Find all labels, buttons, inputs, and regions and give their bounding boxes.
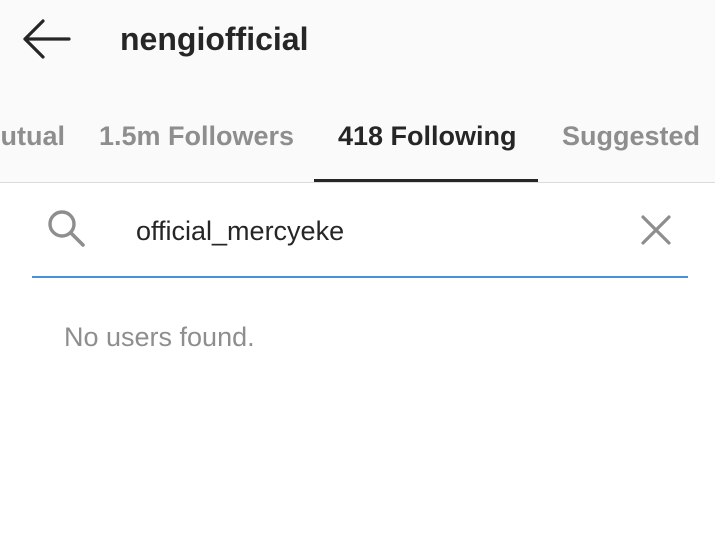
tab-followers[interactable]: 1.5m Followers <box>99 108 294 182</box>
tab-mutual[interactable]: Mutual <box>0 108 65 182</box>
search-icon <box>48 210 85 247</box>
active-tab-indicator <box>314 179 538 182</box>
tab-following[interactable]: 418 Following <box>338 108 517 182</box>
tab-bar: Mutual 1.5m Followers 418 Following Sugg… <box>0 108 715 182</box>
back-button[interactable] <box>18 14 76 64</box>
page-title: nengiofficial <box>120 21 309 57</box>
tab-suggested[interactable]: Suggested <box>562 108 700 182</box>
close-icon[interactable] <box>636 210 676 250</box>
search-input[interactable] <box>136 206 616 256</box>
header: nengiofficial Mutual 1.5m Followers 418 … <box>0 0 715 183</box>
arrow-left-icon <box>23 19 71 59</box>
following-screen: nengiofficial Mutual 1.5m Followers 418 … <box>0 0 715 541</box>
search-bar <box>32 190 688 278</box>
empty-state-message: No users found. <box>64 322 255 352</box>
